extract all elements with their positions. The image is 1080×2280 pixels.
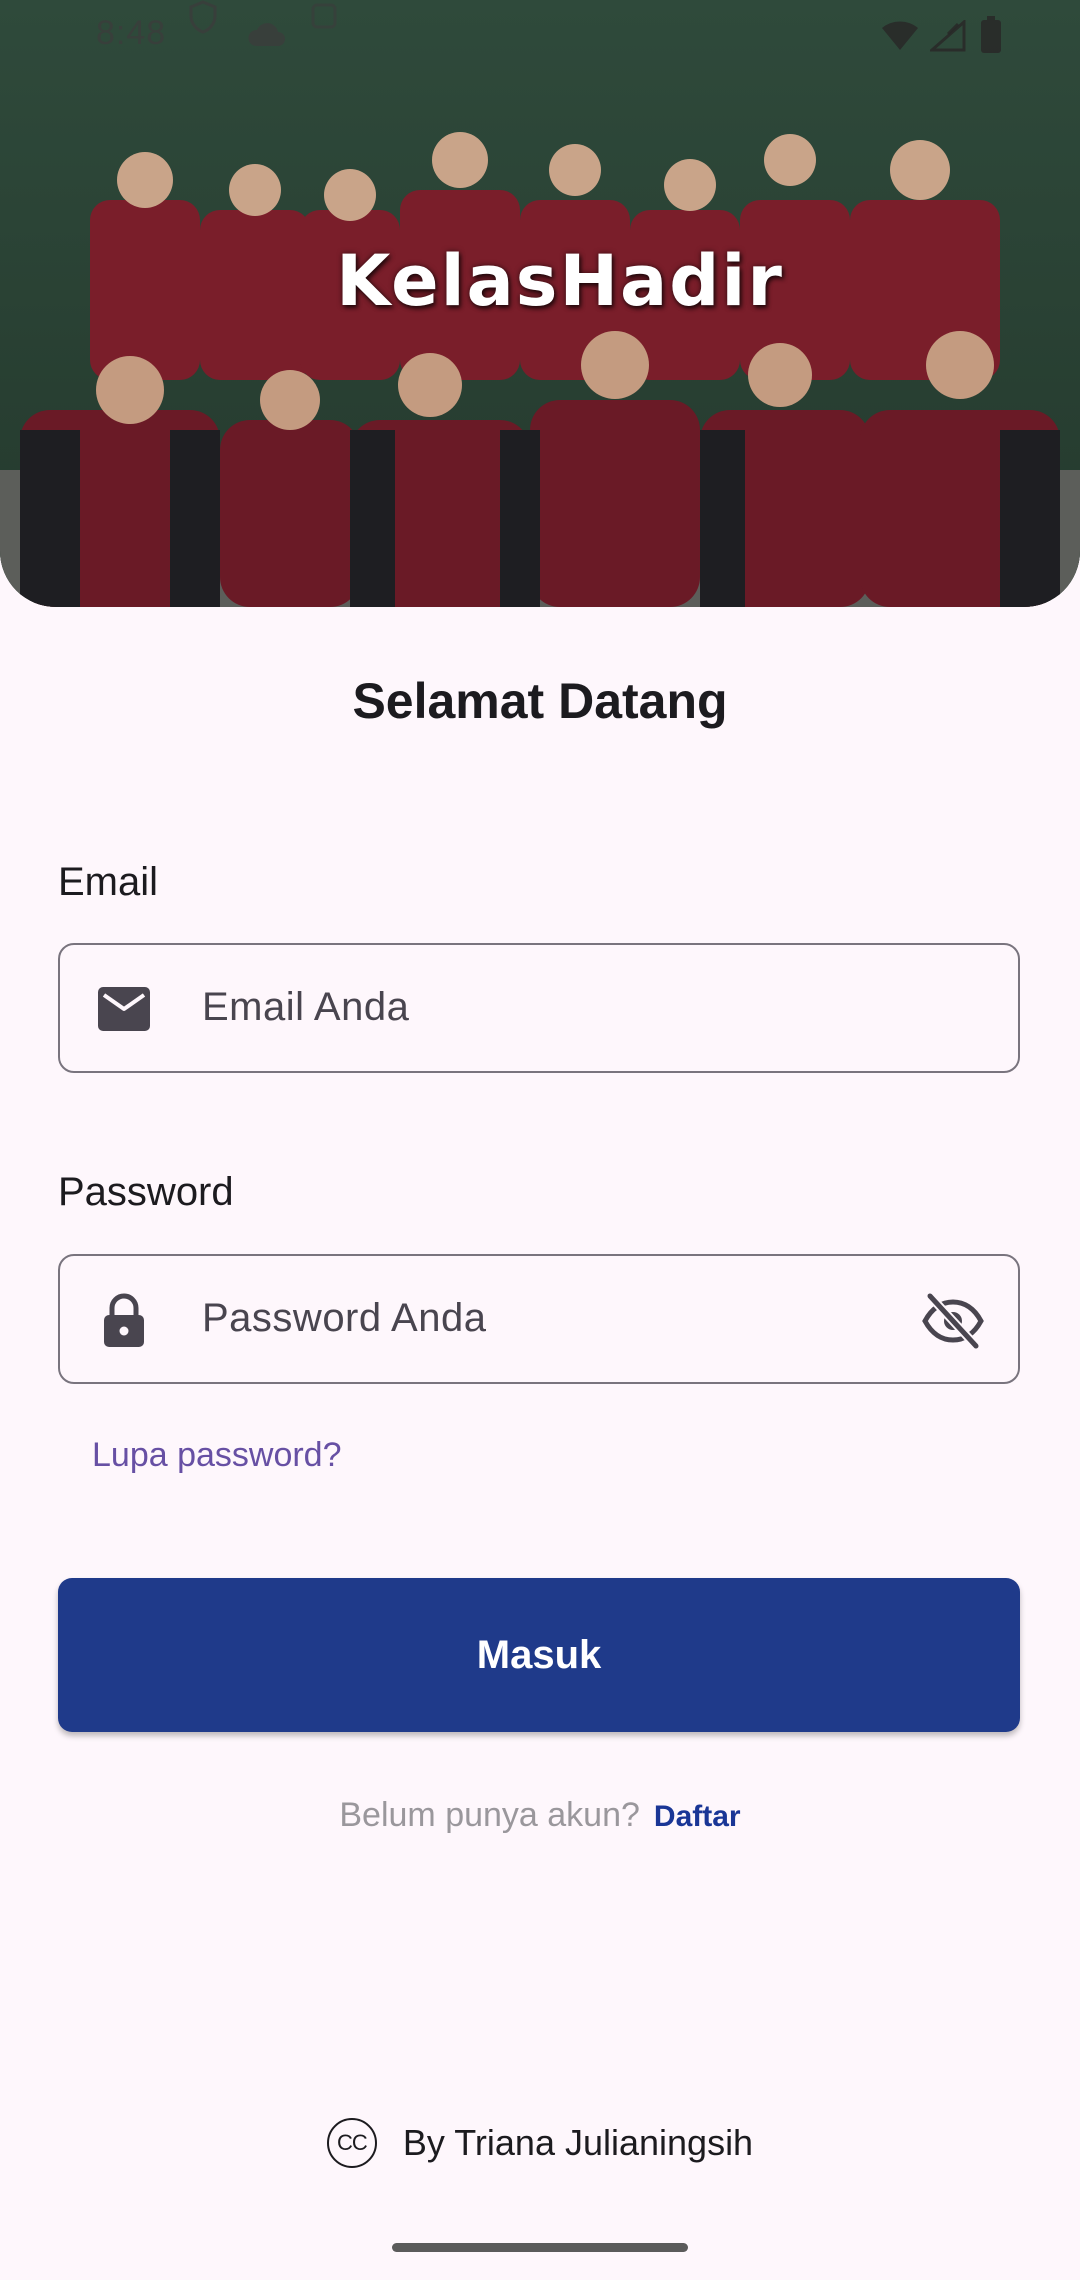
credit-text: By Triana Julianingsih: [402, 2122, 754, 2163]
mail-icon: [98, 987, 150, 1031]
shield-icon: [189, 0, 217, 34]
login-button[interactable]: Masuk: [58, 1578, 1020, 1732]
signup-row: Belum punya akun? Daftar: [0, 1796, 1080, 1835]
signal-icon: [930, 20, 966, 52]
password-label: Password: [58, 1170, 234, 1214]
page-title: Selamat Datang: [352, 673, 728, 729]
status-time: 8:48: [96, 14, 167, 52]
visibility-off-icon[interactable]: [922, 1290, 984, 1352]
home-indicator[interactable]: [392, 2243, 688, 2252]
status-bar: 8:48: [0, 0, 1080, 70]
creative-commons-icon: CC: [326, 2118, 377, 2168]
password-field[interactable]: Password Anda: [58, 1254, 1020, 1384]
footer-credit: CC By Triana Julianingsih: [0, 2118, 1080, 2168]
email-placeholder: Email Anda: [202, 985, 410, 1029]
forgot-password-link[interactable]: Lupa password?: [92, 1436, 342, 1475]
signup-prompt: Belum punya akun?: [339, 1796, 640, 1834]
email-label: Email: [58, 860, 159, 904]
email-field[interactable]: Email Anda: [58, 943, 1020, 1073]
header-photo: 8:48 KelasHadir: [0, 0, 1080, 607]
cloud-icon: [248, 23, 285, 46]
app-logo-text: KelasHadir: [336, 240, 784, 322]
notification-icon: [311, 3, 337, 29]
login-screen: 8:48 KelasHadir Selamat Datang Email Ema…: [0, 0, 1080, 2280]
battery-icon: [981, 16, 1001, 53]
password-placeholder: Password Anda: [202, 1296, 487, 1340]
wifi-icon: [882, 21, 918, 50]
lock-icon: [104, 1293, 144, 1347]
signup-link[interactable]: Daftar: [654, 1800, 741, 1833]
